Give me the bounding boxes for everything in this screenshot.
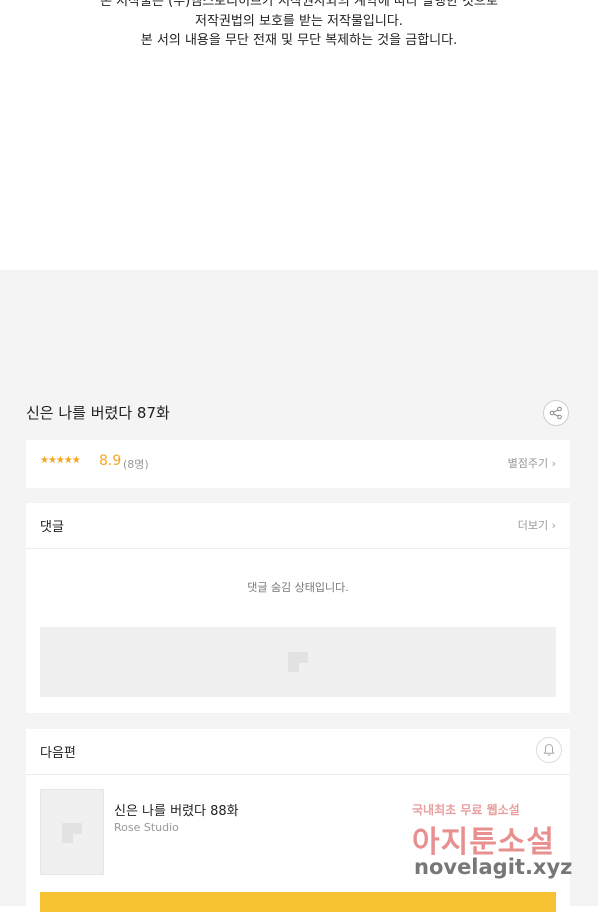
image-placeholder-icon (62, 823, 82, 843)
image-placeholder-icon (288, 652, 308, 672)
watermark-tagline: 국내최초 무료 웹소설 (412, 803, 520, 817)
rating-count: (8명) (123, 458, 149, 471)
copyright-line-2: 저작권법의 보호를 받는 저작물입니다. (195, 14, 403, 29)
bell-icon (543, 743, 555, 756)
rating-card: ★★★★★ 8.9 (8명) 별점주기 › (26, 440, 570, 488)
comments-more-link[interactable]: 더보기 › (518, 517, 556, 533)
notification-button[interactable] (536, 737, 562, 763)
rate-button[interactable]: 별점주기 › (508, 455, 556, 471)
next-episode-header: 다음편 (26, 729, 570, 775)
site-watermark: 국내최초 무료 웹소설 아지툰소설 novelagit.xyz (412, 797, 582, 887)
copyright-notice: 본 저작물은 (주)엠스토리허브가 저작권사와의 계약에 따라 발행한 것으로 … (0, 0, 598, 270)
comments-title: 댓글 (40, 520, 64, 535)
comments-header: 댓글 더보기 › (26, 503, 570, 549)
next-episode-title[interactable]: 신은 나를 버렸다 88화 (114, 800, 239, 819)
copyright-line-3: 본 서의 내용을 무단 전재 및 무단 복제하는 것을 금합니다. (140, 33, 458, 48)
comments-hidden-message: 댓글 숨김 상태입니다. (247, 581, 349, 594)
episode-title: 신은 나를 버렸다 87화 (26, 404, 170, 422)
ad-placeholder (40, 627, 556, 697)
next-episode-heading: 다음편 (40, 746, 76, 761)
share-icon (549, 406, 562, 420)
next-episode-button[interactable] (40, 892, 556, 912)
rating-score: 8.9 (99, 453, 122, 469)
copyright-line-1: 본 저작물은 (주)엠스토리허브가 저작권사와의 계약에 따라 발행한 것으로 (100, 0, 498, 9)
next-episode-thumbnail[interactable] (40, 789, 104, 875)
watermark-url: novelagit.xyz (414, 855, 573, 879)
rating-stars: ★★★★★ (40, 455, 81, 466)
share-button[interactable] (543, 400, 569, 426)
next-episode-author: Rose Studio (114, 821, 179, 834)
comments-card: 댓글 더보기 › 댓글 숨김 상태입니다. (26, 503, 570, 713)
